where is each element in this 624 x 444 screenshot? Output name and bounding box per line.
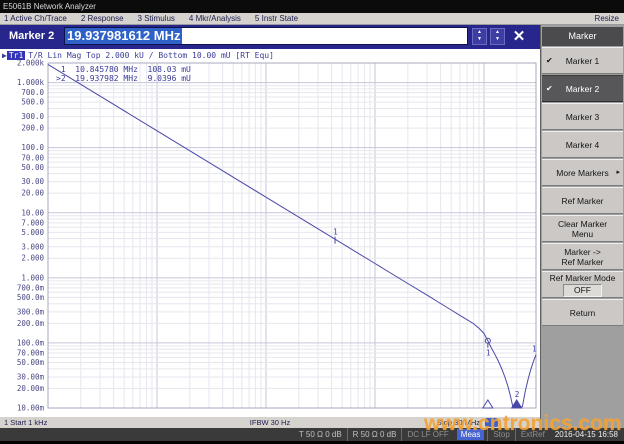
svg-text:2.000: 2.000 — [21, 254, 44, 263]
graph-area: ▶Tr1T/R Lin Mag Top 2.000 kU / Bottom 10… — [0, 49, 540, 417]
trace-annotation-1: 1 — [333, 228, 338, 244]
svg-text:700.0: 700.0 — [21, 88, 44, 97]
svg-text:100.0: 100.0 — [21, 143, 44, 152]
svg-text:20.00: 20.00 — [21, 189, 44, 198]
status-segment-meas: Meas — [457, 429, 485, 440]
submenu-arrow-icon: ▸ — [616, 168, 620, 178]
svg-text:5.000: 5.000 — [21, 228, 44, 237]
svg-text:30.00: 30.00 — [21, 177, 44, 186]
softkey-label: Ref Marker Mode — [550, 273, 616, 283]
svg-text:30.00m: 30.00m — [17, 372, 45, 381]
stop-frequency-label: Stop 30 MHz — [437, 417, 480, 428]
svg-text:70.00m: 70.00m — [17, 348, 45, 357]
status-segment-t-50-0-db: T 50 Ω 0 dB — [294, 428, 347, 441]
softkey-marker-3[interactable]: Marker 3 — [542, 103, 623, 130]
svg-text:50.00: 50.00 — [21, 163, 44, 172]
menu-bar: 1 Active Ch/Trace 2 Response 3 Stimulus 4 M… — [0, 13, 624, 25]
window-title: E5061B Network Analyzer — [0, 0, 624, 13]
svg-text:1.000k: 1.000k — [17, 78, 45, 87]
svg-text:2.000k: 2.000k — [17, 59, 45, 68]
svg-text:70.00: 70.00 — [21, 153, 44, 162]
softkey-label: Marker -> — [564, 247, 601, 257]
softkey-sidebar: Marker ✔ Marker 1 ✔ Marker 2 Marker 3 Marker … — [540, 25, 624, 428]
softkey-marker-ref-marker[interactable]: Marker ->Ref Marker — [542, 243, 623, 270]
marker-readout: 1 10.845780 MHz 108.03 mU>2 19.937982 MH… — [56, 65, 191, 83]
svg-text:1.000: 1.000 — [21, 273, 44, 282]
softkey-menu-title: Marker — [542, 27, 623, 46]
menu-item-3-stimulus[interactable]: 3 Stimulus — [138, 13, 175, 25]
menu-item-4-mkr-analysis[interactable]: 4 Mkr/Analysis — [189, 13, 241, 25]
svg-text:500.0m: 500.0m — [17, 293, 45, 302]
softkey-return[interactable]: Return — [542, 299, 623, 326]
svg-text:20.00m: 20.00m — [17, 384, 45, 393]
input-indicator-icon[interactable] — [485, 418, 498, 427]
softkey-label: Marker 4 — [566, 140, 600, 150]
marker-entry-label: Marker 2 — [9, 30, 54, 42]
instrument-screen: E5061B Network Analyzer 1 Active Ch/Trac… — [0, 0, 624, 444]
status-segment-stop: Stop — [487, 428, 514, 441]
marker-frequency-input[interactable]: 19.937981612 MHz — [64, 27, 468, 45]
checkmark-icon: ✔ — [546, 84, 553, 94]
softkey-state-value: OFF — [563, 284, 602, 297]
softkey-label: Marker 3 — [566, 112, 600, 122]
softkey-label: More Markers — [556, 168, 608, 178]
svg-text:7.000: 7.000 — [21, 218, 44, 227]
marker-readout-row: 1 10.845780 MHz 108.03 mU — [56, 65, 191, 74]
menu-item-2-response[interactable]: 2 Response — [81, 13, 124, 25]
checkmark-icon: ✔ — [546, 56, 553, 66]
softkey-marker-4[interactable]: Marker 4 — [542, 131, 623, 158]
status-segment-r-50-0-db: R 50 Ω 0 dB — [347, 428, 402, 441]
softkey-label: Menu — [572, 229, 593, 239]
trace-tr1 — [48, 64, 536, 408]
svg-text:700.0m: 700.0m — [17, 283, 45, 292]
softkey-marker-1[interactable]: ✔ Marker 1 — [542, 47, 623, 74]
svg-text:200.0m: 200.0m — [17, 319, 45, 328]
graticule — [48, 63, 536, 408]
marker-readout-row: >2 19.937982 MHz 9.0396 mU — [56, 74, 191, 83]
svg-text:500.0: 500.0 — [21, 98, 44, 107]
stepper-coarse-button[interactable]: ▲▼ — [472, 28, 487, 45]
instrument-status-bar: T 50 Ω 0 dBR 50 Ω 0 dBDC LF OFF MeasStopE… — [0, 428, 624, 441]
svg-text:1: 1 — [486, 349, 491, 358]
svg-text:100.0m: 100.0m — [17, 338, 45, 347]
graticule-plot: 2.000k1.000k700.0500.0300.0200.0100.070.… — [0, 49, 540, 417]
start-frequency-label: 1 Start 1 kHz — [4, 417, 47, 428]
sweep-status-row: IFBW 30 Hz 1 Start 1 kHz Stop 30 MHz — [0, 417, 540, 428]
softkey-label: Clear Marker — [558, 219, 607, 229]
softkey-label: Marker 2 — [566, 84, 600, 94]
softkey-more-markers[interactable]: More Markers ▸ — [542, 159, 623, 186]
softkey-label: Ref Marker — [561, 196, 603, 206]
softkey-ref-marker[interactable]: Ref Marker — [542, 187, 623, 214]
softkey-clear-marker-menu[interactable]: Clear MarkerMenu — [542, 215, 623, 242]
softkey-label: Ref Marker — [561, 257, 603, 267]
svg-text:10.00: 10.00 — [21, 208, 44, 217]
marker-entry-bar: Marker 2 19.937981612 MHz ▲▼ ▲▼ ✕ — [0, 25, 540, 49]
status-segment-extref: ExtRef — [515, 428, 550, 441]
softkey-label: Return — [570, 308, 596, 318]
menu-item-5-instr-state[interactable]: 5 Instr State — [255, 13, 298, 25]
menu-items: 1 Active Ch/Trace 2 Response 3 Stimulus 4 M… — [4, 13, 298, 25]
softkey-label: Marker 1 — [566, 56, 600, 66]
softkey-marker-2[interactable]: ✔ Marker 2 — [542, 75, 623, 102]
resize-button[interactable]: Resize — [595, 13, 619, 25]
trace-number-label: 1 — [532, 345, 537, 354]
svg-text:300.0: 300.0 — [21, 112, 44, 121]
svg-text:10.00m: 10.00m — [17, 404, 45, 413]
status-segment-dc-lf-off: DC LF OFF — [401, 428, 453, 441]
svg-text:3.000: 3.000 — [21, 242, 44, 251]
svg-text:1: 1 — [333, 228, 338, 237]
stepper-fine-button[interactable]: ▲▼ — [490, 28, 505, 45]
softkey-list: ✔ Marker 1 ✔ Marker 2 Marker 3 Marker 4 More M… — [541, 47, 624, 326]
svg-text:300.0m: 300.0m — [17, 307, 45, 316]
svg-text:200.0: 200.0 — [21, 124, 44, 133]
close-icon[interactable]: ✕ — [508, 27, 530, 46]
marker-frequency-value: 19.937981612 MHz — [65, 28, 182, 44]
softkey-ref-marker-mode[interactable]: Ref Marker ModeOFF — [542, 271, 623, 298]
svg-text:2: 2 — [515, 390, 520, 399]
y-axis-labels: 2.000k1.000k700.0500.0300.0200.0100.070.… — [17, 59, 45, 413]
menu-item-1-active-ch-trace[interactable]: 1 Active Ch/Trace — [4, 13, 67, 25]
status-datetime: 2016-04-15 16:58 — [550, 428, 624, 441]
svg-text:50.00m: 50.00m — [17, 358, 45, 367]
